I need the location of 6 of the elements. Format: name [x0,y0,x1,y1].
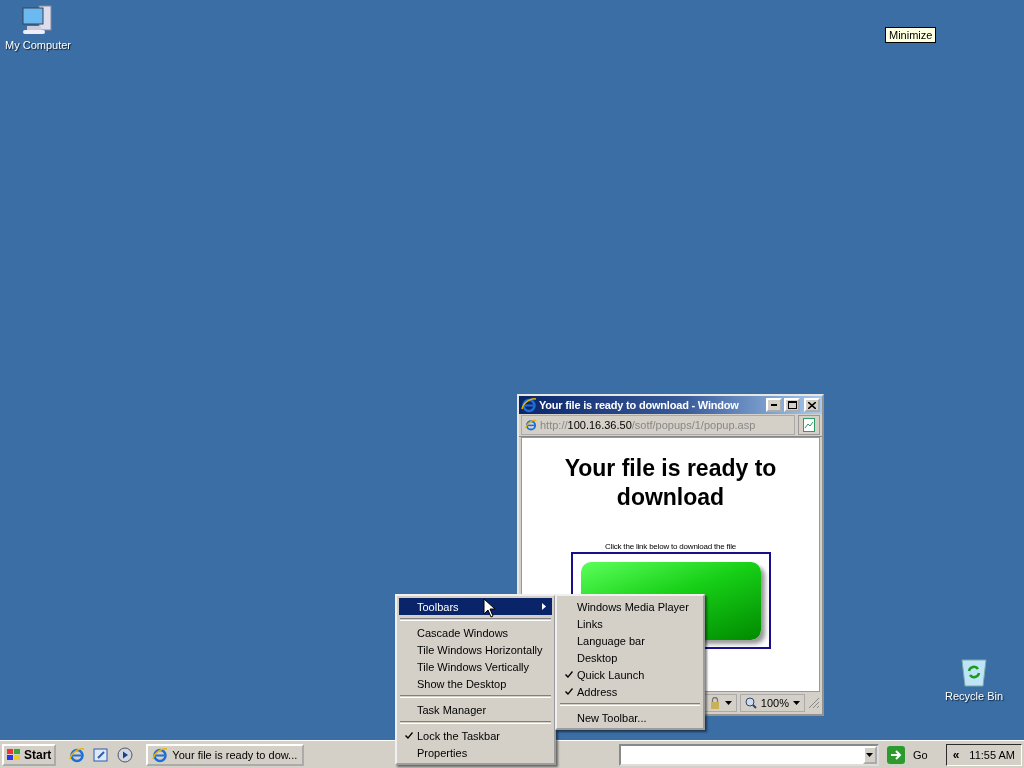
window-title: Your file is ready to download - Window [539,399,740,411]
instruction-text: Click the link below to download the file [605,542,736,551]
tooltip: Minimize [885,27,937,43]
clock: 11:55 AM [969,748,1015,761]
page-heading: Your file is ready to download [563,454,778,512]
url-text: http://100.16.36.50/sotf/popups/1/popup.asp [540,419,756,431]
